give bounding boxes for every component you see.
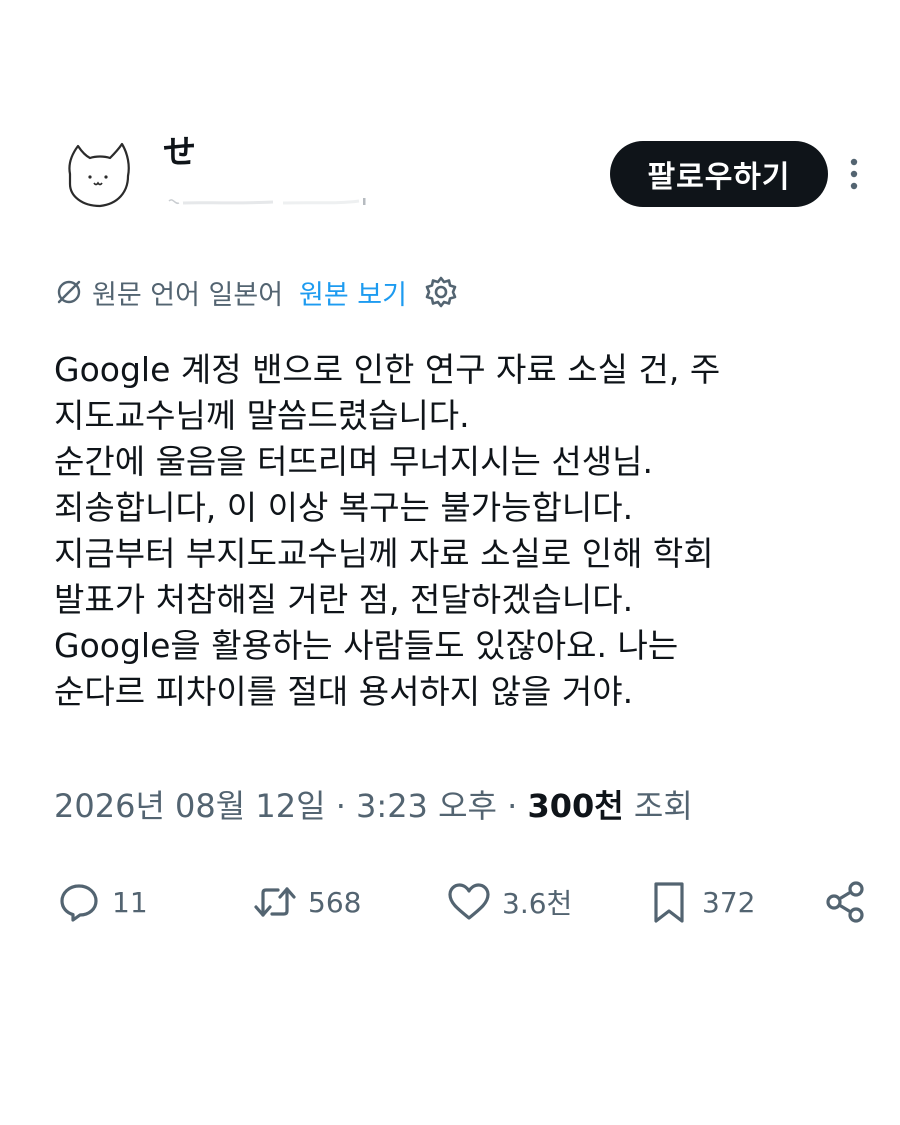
avatar[interactable] bbox=[62, 140, 134, 210]
tweet-line: 순간에 울음을 터뜨리며 무너지시는 선생님. bbox=[54, 442, 653, 481]
reply-count: 11 bbox=[112, 885, 148, 919]
bookmark-icon bbox=[654, 882, 684, 923]
tweet-line: Google을 활용하는 사람들도 있잖아요. 나는 bbox=[54, 626, 679, 665]
blurred-handle-graphic bbox=[168, 198, 366, 205]
share-icon bbox=[826, 881, 864, 923]
translation-row: 원문 언어 일본어 원본 보기 bbox=[54, 272, 459, 312]
tweet-line: 발표가 처참해질 거란 점, 전달하겠습니다. bbox=[54, 580, 634, 619]
tweet-meta: 2026년 08월 12일 · 3:23 오후 · 300천 조회 bbox=[54, 783, 693, 829]
like-count: 3.6천 bbox=[502, 887, 573, 920]
meta-separator: · bbox=[496, 787, 528, 825]
timestamp[interactable]: 2026년 08월 12일 · 3:23 오후 bbox=[54, 787, 497, 825]
reply-icon bbox=[60, 884, 98, 922]
repost-count: 568 bbox=[308, 885, 362, 919]
tweet-line: Google 계정 밴으로 인한 연구 자료 소실 건, 주 bbox=[54, 350, 721, 389]
bookmark-button[interactable]: 372 bbox=[644, 872, 755, 932]
show-original-link[interactable]: 원본 보기 bbox=[299, 273, 407, 312]
bookmark-count: 372 bbox=[702, 885, 756, 919]
like-button[interactable]: 3.6천 bbox=[444, 872, 572, 932]
heart-icon bbox=[448, 883, 490, 920]
share-button[interactable] bbox=[820, 872, 870, 932]
tweet-line: 지도교수님께 말씀드렸습니다. bbox=[54, 396, 470, 435]
repost-icon bbox=[254, 887, 296, 917]
action-bar: 11 568 3.6천 372 bbox=[54, 872, 874, 932]
display-name[interactable]: せ bbox=[163, 132, 196, 172]
tweet-text: Google 계정 밴으로 인한 연구 자료 소실 건, 주 지도교수님께 말씀… bbox=[54, 347, 874, 715]
views-count: 300천 bbox=[527, 787, 624, 825]
gear-icon[interactable] bbox=[423, 274, 459, 310]
tweet-line: 죄송합니다, 이 이상 복구는 불가능합니다. bbox=[54, 488, 634, 527]
handle-redacted bbox=[163, 185, 373, 213]
source-language-label: 원문 언어 일본어 bbox=[92, 279, 284, 311]
more-options-icon[interactable] bbox=[840, 156, 868, 192]
cat-avatar-icon bbox=[68, 142, 130, 208]
views-label: 조회 bbox=[633, 787, 693, 825]
repost-button[interactable]: 568 bbox=[250, 872, 361, 932]
reply-button[interactable]: 11 bbox=[54, 872, 148, 932]
translate-icon bbox=[57, 280, 81, 304]
tweet-line: 지금부터 부지도교수님께 자료 소실로 인해 학회 bbox=[54, 534, 714, 573]
tweet-line: 순다르 피차이를 절대 용서하지 않을 거야. bbox=[54, 672, 634, 711]
follow-button[interactable]: 팔로우하기 bbox=[610, 141, 828, 207]
